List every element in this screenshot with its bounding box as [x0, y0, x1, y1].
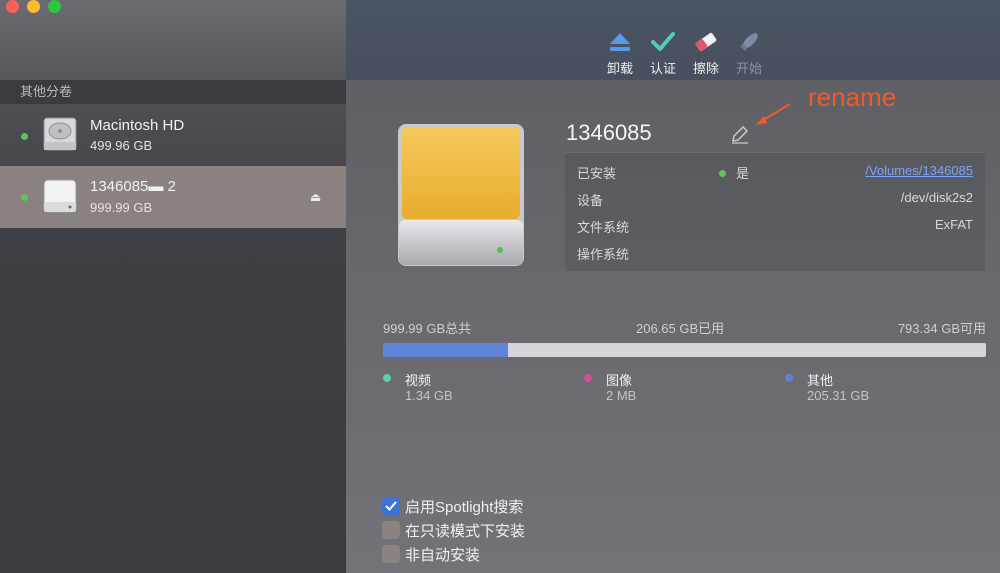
other-dot-icon	[785, 374, 793, 382]
info-row-filesystem: 文件系统 ExFAT	[577, 217, 973, 235]
disk-size: 499.96 GB	[90, 138, 153, 153]
rocket-icon	[727, 30, 771, 54]
rename-annotation: rename	[808, 82, 897, 112]
capacity-free: 793.34 GB可用	[897, 321, 986, 336]
images-dot-icon	[584, 374, 592, 382]
disk-size: 999.99 GB	[90, 200, 153, 215]
close-window-button[interactable]	[6, 0, 19, 13]
spotlight-checkbox[interactable]: 启用Spotlight搜索	[382, 495, 523, 517]
internal-disk-icon	[43, 117, 77, 151]
sidebar-item-macintosh-hd[interactable]: Macintosh HD 499.96 GB	[0, 105, 346, 167]
disk-name: Macintosh HD	[90, 117, 185, 134]
mounted-status-dot	[719, 170, 726, 177]
sidebar-item-external-disk[interactable]: 1346085▬ 2 999.99 GB ⏏	[0, 166, 346, 228]
pencil-icon[interactable]	[730, 124, 750, 144]
minimize-window-button[interactable]	[27, 0, 40, 13]
checkmark-icon	[641, 30, 685, 54]
mounted-indicator	[21, 194, 28, 201]
mounted-indicator	[21, 133, 28, 140]
sidebar: 其他分卷 Macintosh HD 499.96 GB 1346085▬ 2 9…	[0, 0, 346, 573]
info-row-device: 设备 /dev/disk2s2	[577, 190, 973, 208]
toolbar: 卸载 认证 擦除 开始	[346, 0, 1000, 80]
sidebar-section-title: 其他分卷	[0, 80, 346, 104]
verify-button[interactable]: 认证	[641, 30, 685, 77]
info-row-mounted: 已安装 是 /Volumes/1346085	[577, 163, 973, 181]
volume-name: 1346085	[566, 120, 652, 145]
zoom-window-button[interactable]	[48, 0, 61, 13]
first-aid-start-button[interactable]: 开始	[727, 30, 771, 77]
checkbox-unchecked[interactable]	[382, 545, 400, 563]
readonly-mount-checkbox[interactable]: 在只读模式下安装	[382, 519, 525, 541]
eject-icon[interactable]: ⏏	[310, 190, 321, 204]
capacity-used: 206.65 GB已用	[636, 321, 725, 336]
checkbox-unchecked[interactable]	[382, 521, 400, 539]
volume-info-table: 已安装 是 /Volumes/1346085 设备 /dev/disk2s2 文…	[565, 152, 985, 271]
annotation-arrow-icon	[756, 103, 791, 125]
titlebar-left	[0, 0, 346, 80]
external-drive-icon	[398, 124, 524, 266]
mount-path-link[interactable]: /Volumes/1346085	[865, 163, 973, 178]
checkbox-checked[interactable]	[382, 497, 400, 515]
no-automount-checkbox[interactable]: 非自动安装	[382, 543, 480, 565]
external-disk-icon	[43, 179, 77, 213]
eject-icon	[598, 30, 642, 54]
info-row-os: 操作系统	[577, 247, 630, 262]
capacity-total: 999.99 GB总共	[383, 321, 472, 336]
erase-button[interactable]: 擦除	[684, 30, 728, 77]
video-dot-icon	[383, 374, 391, 382]
eraser-icon	[684, 30, 728, 54]
unmount-button[interactable]: 卸载	[598, 30, 642, 77]
disk-name: 1346085▬ 2	[90, 178, 176, 195]
capacity-bar	[383, 343, 986, 357]
window-controls	[6, 0, 61, 13]
capacity-bar-used	[383, 343, 508, 357]
main-panel: 1346085 rename 已安装 是 /Volumes/1346085 设备…	[346, 80, 1000, 573]
